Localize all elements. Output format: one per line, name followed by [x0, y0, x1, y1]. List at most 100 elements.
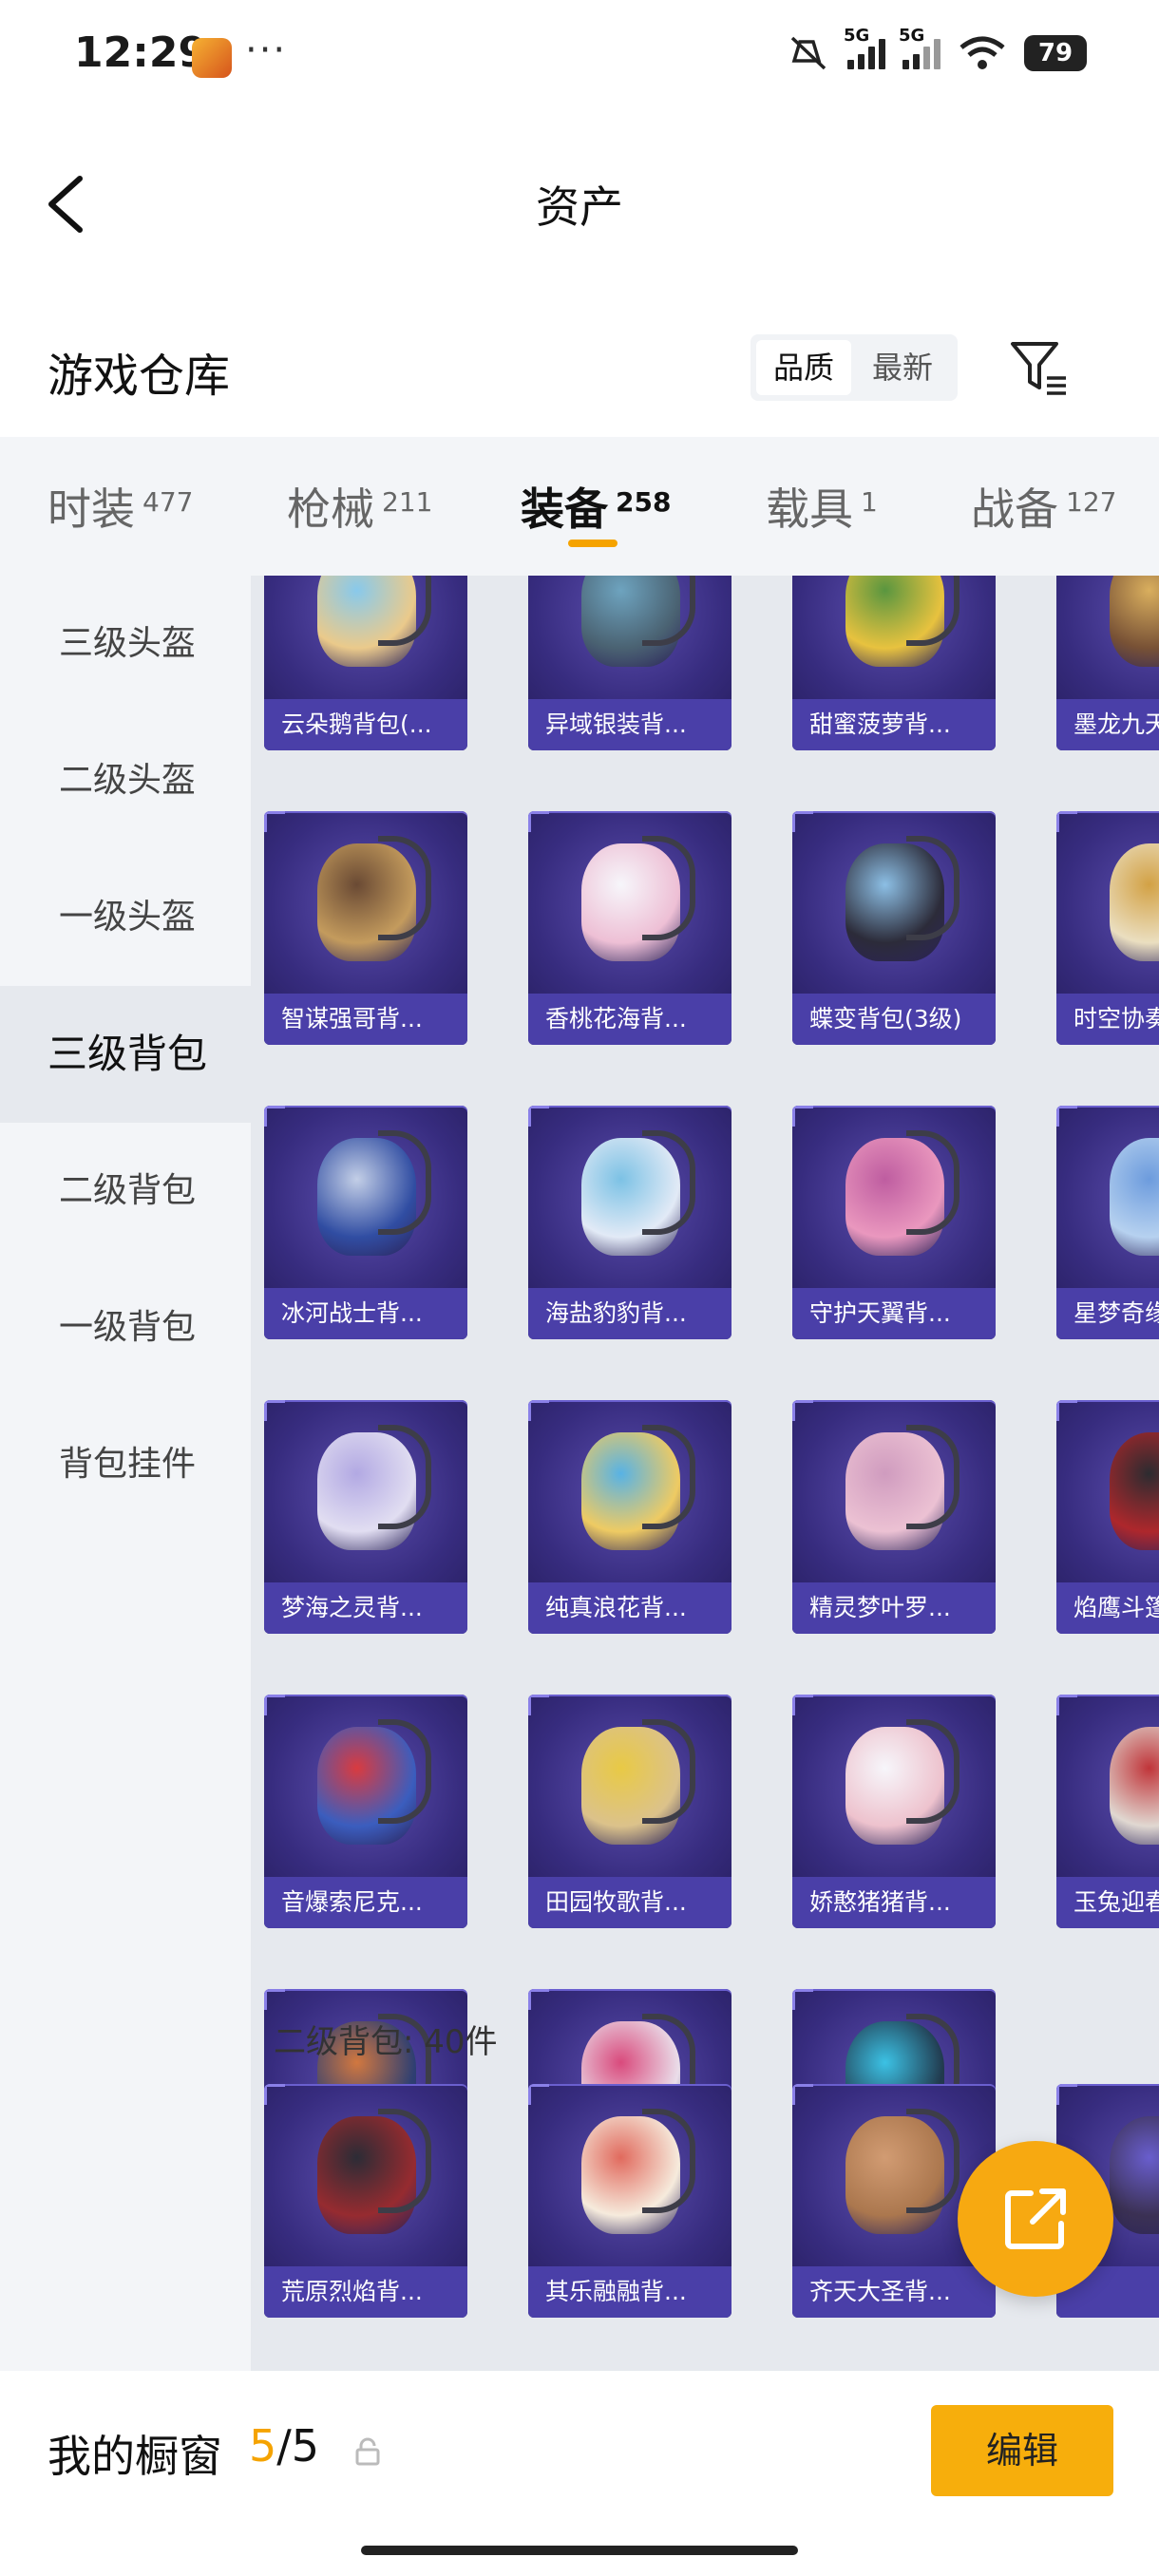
signal-icon: 5G [844, 26, 885, 69]
item-card[interactable]: 娇憨猪猪背... [792, 1695, 996, 1928]
item-card[interactable]: 冰河战士背... [264, 1106, 467, 1339]
item-name: 冰河战士背... [264, 1288, 467, 1339]
item-card[interactable]: 蝶变背包(3级) [792, 811, 996, 1045]
item-name: 齐天大圣背... [792, 2266, 996, 2318]
sidebar-item-helmet-1[interactable]: 一级头盔 [0, 849, 251, 986]
tab-label: 战备 [971, 483, 1058, 535]
item-card[interactable]: 海盐豹豹背... [528, 1106, 732, 1339]
tab-battle-gear[interactable]: 战备 127 [971, 475, 1116, 538]
backpack-strap [642, 576, 695, 646]
signal-icon-2: 5G [899, 26, 940, 69]
item-name: 星梦奇缘背... [1056, 1288, 1159, 1339]
backpack-image [1110, 2116, 1159, 2234]
item-card[interactable]: 异域银装背... [528, 576, 732, 750]
lock-icon [355, 2437, 380, 2466]
filter-icon[interactable] [1007, 336, 1070, 399]
sidebar-item-helmet-2[interactable]: 二级头盔 [0, 712, 251, 849]
card-corner-decoration [264, 811, 285, 832]
backpack-strap [378, 2109, 431, 2213]
item-card[interactable]: 甜蜜菠萝背... [792, 576, 996, 750]
card-corner-decoration [792, 2084, 813, 2105]
backpack-strap [642, 2109, 695, 2213]
tab-count: 211 [382, 486, 433, 518]
item-name: 异域银装背... [528, 699, 732, 750]
backpack-strap [906, 1719, 960, 1824]
sidebar-item-backpack-charm[interactable]: 背包挂件 [0, 1396, 251, 1533]
item-name: 香桃花海背... [528, 994, 732, 1045]
item-name: 甜蜜菠萝背... [792, 699, 996, 750]
item-name: 荒原烈焰背... [264, 2266, 467, 2318]
item-name: 娇憨猪猪背... [792, 1877, 996, 1928]
sort-quality-button[interactable]: 品质 [756, 340, 851, 395]
showcase-bar: 我的橱窗 5/5 编辑 [0, 2371, 1159, 2576]
item-name: 精灵梦叶罗... [792, 1582, 996, 1634]
tab-equipment[interactable]: 装备 258 [521, 475, 671, 538]
card-corner-decoration [792, 811, 813, 832]
item-card[interactable]: 香桃花海背... [528, 811, 732, 1045]
item-card[interactable]: 精灵梦叶罗... [792, 1400, 996, 1634]
item-card[interactable]: 云朵鹅背包(... [264, 576, 467, 750]
tab-label: 装备 [521, 483, 608, 535]
mute-icon [790, 36, 826, 70]
edit-button[interactable]: 编辑 [931, 2405, 1113, 2496]
item-card[interactable]: 梦海之灵背... [264, 1400, 467, 1634]
card-corner-decoration [528, 1695, 549, 1715]
tab-label: 载具 [766, 483, 853, 535]
backpack-image [1110, 1432, 1159, 1550]
backpack-image [1110, 1727, 1159, 1845]
card-corner-decoration [1056, 1695, 1077, 1715]
sidebar-item-backpack-1[interactable]: 一级背包 [0, 1260, 251, 1396]
backpack-strap [378, 1130, 431, 1235]
network-type-label-2: 5G [899, 26, 925, 46]
sidebar-item-backpack-2[interactable]: 二级背包 [0, 1123, 251, 1260]
item-card[interactable]: 星梦奇缘背... [1056, 1106, 1159, 1339]
tab-count: 127 [1066, 486, 1117, 518]
item-card[interactable]: 智谋强哥背... [264, 811, 467, 1045]
card-corner-decoration [264, 1106, 285, 1127]
item-name: 海盐豹豹背... [528, 1288, 732, 1339]
sidebar-item-helmet-3[interactable]: 三级头盔 [0, 576, 251, 712]
item-card[interactable]: 荒原烈焰背... [264, 2084, 467, 2318]
card-corner-decoration [528, 2084, 549, 2105]
item-name: 玉兔迎春背... [1056, 1877, 1159, 1928]
share-fab-button[interactable] [958, 2141, 1113, 2297]
backpack-strap [642, 836, 695, 940]
warehouse-title: 游戏仓库 [48, 350, 231, 403]
card-corner-decoration [528, 1989, 549, 2010]
card-corner-decoration [1056, 811, 1077, 832]
item-name: 蝶变背包(3级) [792, 994, 996, 1045]
item-card[interactable]: 音爆索尼克... [264, 1695, 467, 1928]
item-card[interactable]: 玉兔迎春背... [1056, 1695, 1159, 1928]
item-card[interactable]: 墨龙九天背... [1056, 576, 1159, 750]
sort-newest-button[interactable]: 最新 [855, 340, 950, 395]
tab-count: 258 [616, 486, 672, 518]
backpack-strap [906, 1130, 960, 1235]
app-notification-icon [192, 38, 232, 78]
item-name: 云朵鹅背包(... [264, 699, 467, 750]
backpack-strap [378, 1425, 431, 1529]
item-card[interactable]: 时空协奏・... [1056, 811, 1159, 1045]
item-name: 智谋强哥背... [264, 994, 467, 1045]
showcase-count-current: 5 [249, 2420, 277, 2472]
tab-firearms[interactable]: 枪械 211 [287, 475, 432, 538]
item-card[interactable]: 田园牧歌背... [528, 1695, 732, 1928]
home-indicator [361, 2546, 798, 2555]
tab-vehicles[interactable]: 载具 1 [766, 475, 878, 538]
backpack-strap [642, 1130, 695, 1235]
card-corner-decoration [792, 1400, 813, 1421]
backpack-strap [906, 576, 960, 646]
tab-fashion[interactable]: 时装 477 [48, 475, 193, 538]
more-notifications-icon: ··· [245, 28, 288, 72]
card-corner-decoration [264, 1989, 285, 2010]
tab-count: 477 [142, 486, 194, 518]
wifi-icon [960, 36, 1005, 69]
card-corner-decoration [792, 1989, 813, 2010]
tab-label: 枪械 [287, 483, 374, 535]
item-card[interactable]: 纯真浪花背... [528, 1400, 732, 1634]
sidebar-item-backpack-3[interactable]: 三级背包 [0, 986, 251, 1123]
card-corner-decoration [1056, 1106, 1077, 1127]
item-card[interactable]: 其乐融融背... [528, 2084, 732, 2318]
item-card[interactable]: 焰鹰斗篷背... [1056, 1400, 1159, 1634]
item-card[interactable]: 守护天翼背... [792, 1106, 996, 1339]
card-corner-decoration [528, 1106, 549, 1127]
